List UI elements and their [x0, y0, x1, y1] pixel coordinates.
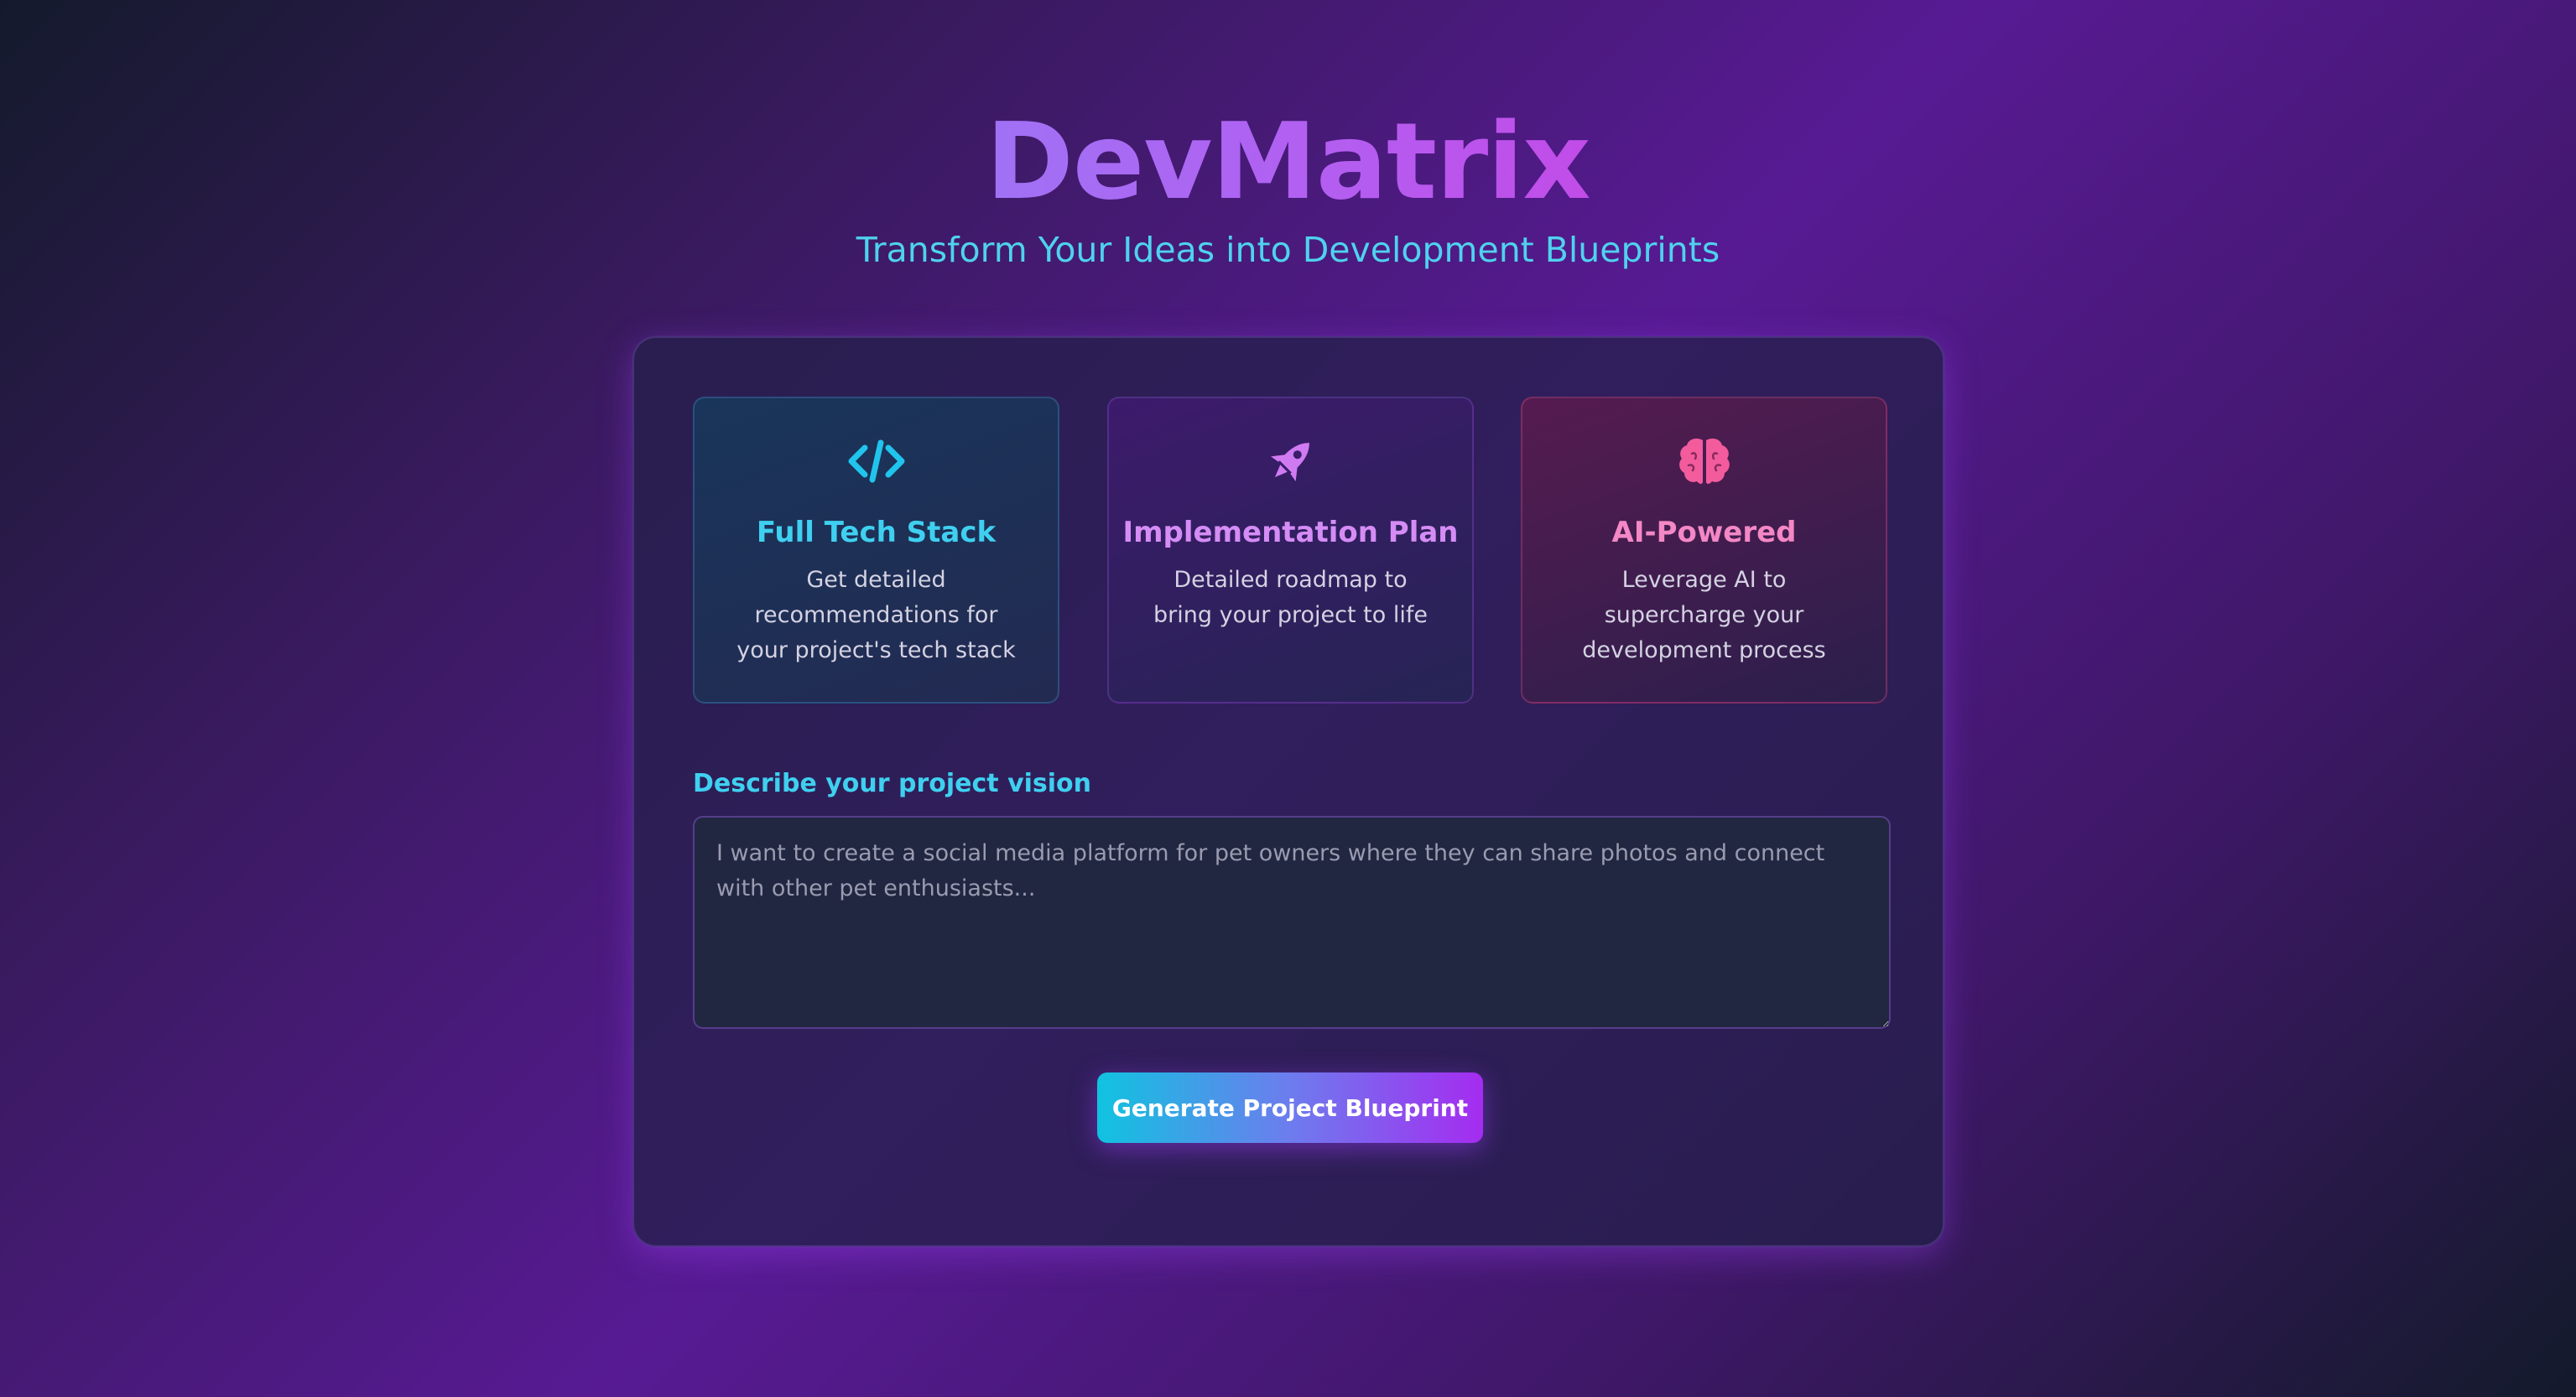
feature-title: AI-Powered: [1611, 516, 1797, 549]
code-icon: [695, 432, 1058, 491]
feature-description: Detailed roadmap to bring your project t…: [1153, 567, 1428, 628]
feature-title: Implementation Plan: [1122, 516, 1459, 549]
page-header: DevMatrix Transform Your Ideas into Deve…: [0, 99, 2576, 273]
feature-description: Leverage AI to supercharge your developm…: [1582, 567, 1826, 663]
blueprint-panel: Full Tech Stack Get detailed recommendat…: [632, 336, 1944, 1247]
feature-card-tech-stack: Full Tech Stack Get detailed recommendat…: [693, 397, 1059, 704]
feature-title: Full Tech Stack: [756, 516, 997, 549]
rocket-icon: [1109, 432, 1472, 491]
project-vision-label: Describe your project vision: [693, 769, 1092, 798]
generate-blueprint-button[interactable]: Generate Project Blueprint: [1097, 1072, 1483, 1143]
feature-card-implementation-plan: Implementation Plan Detailed roadmap to …: [1107, 397, 1474, 704]
brain-icon: [1522, 432, 1886, 491]
feature-description: Get detailed recommendations for your pr…: [736, 567, 1016, 663]
app-title: DevMatrix: [986, 100, 1590, 223]
app-subtitle: Transform Your Ideas into Development Bl…: [856, 230, 1720, 270]
feature-card-ai-powered: AI-Powered Leverage AI to supercharge yo…: [1521, 397, 1887, 704]
project-vision-input[interactable]: [693, 816, 1891, 1029]
